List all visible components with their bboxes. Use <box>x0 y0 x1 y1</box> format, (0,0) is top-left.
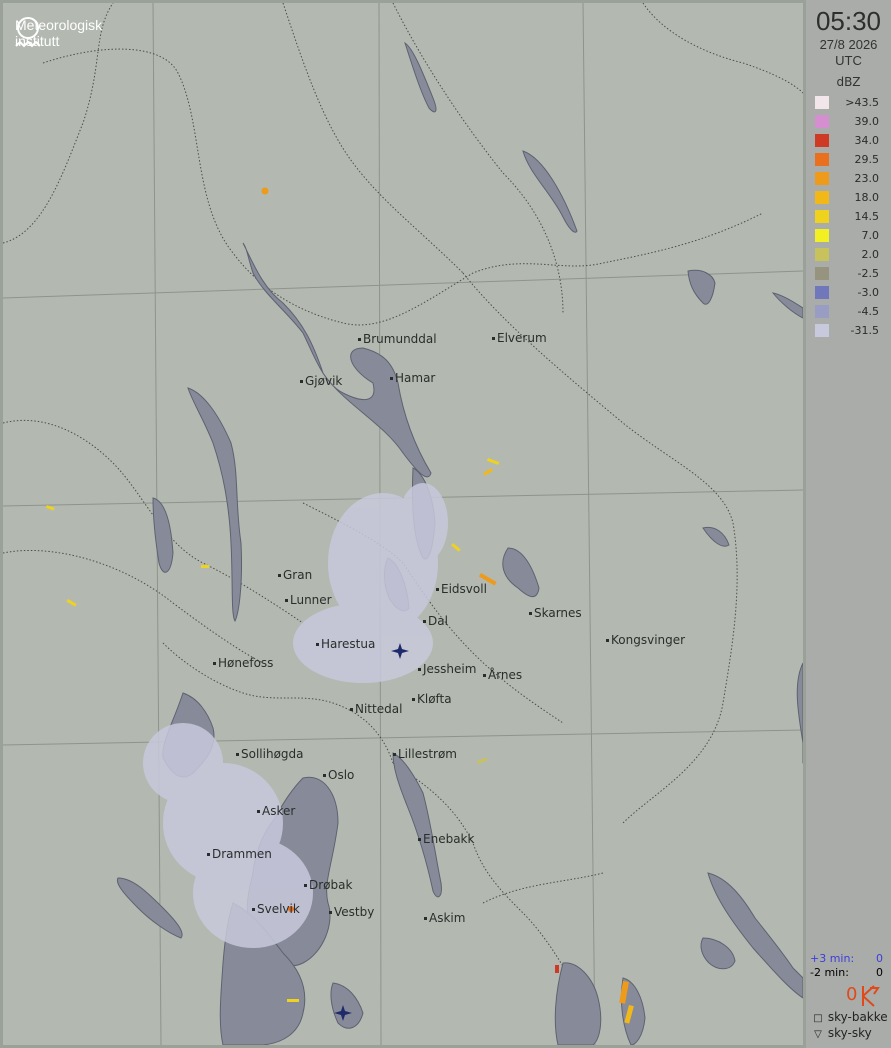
map-layer <box>3 3 803 1045</box>
legend-value: 29.5 <box>854 153 880 166</box>
legend-value: 18.0 <box>854 191 880 204</box>
airport-markers <box>334 643 409 1021</box>
city-label: Gjøvik <box>300 374 342 388</box>
legend-swatch <box>815 153 829 166</box>
strike-plus-label: +3 min: <box>810 952 855 965</box>
city-label: Kløfta <box>412 692 452 706</box>
legend-swatch <box>815 267 829 280</box>
city-label: Drammen <box>207 847 272 861</box>
legend-swatch <box>815 172 829 185</box>
time-label: 05:30 <box>815 6 882 36</box>
legend-value: 2.0 <box>861 248 880 261</box>
city-label: Lillestrøm <box>393 747 457 761</box>
lightning-summary: +3 min: 0 -2 min: 0 <box>806 952 891 980</box>
legend-swatch <box>815 191 829 204</box>
met-logo[interactable]: Meteorologisk institutt <box>15 17 102 49</box>
lightning-icon <box>862 985 880 1007</box>
legend-row: -3.0 <box>815 283 879 302</box>
legend-row: 23.0 <box>815 169 879 188</box>
city-label: Lunner <box>285 593 332 607</box>
legend-value: 34.0 <box>854 134 880 147</box>
legend-value: 39.0 <box>854 115 880 128</box>
legend-row: -2.5 <box>815 264 879 283</box>
legend-row: 18.0 <box>815 188 879 207</box>
city-label: Gran <box>278 568 312 582</box>
legend-value: >43.5 <box>845 96 879 109</box>
key-cloud: ▽ sky-sky <box>812 1026 888 1042</box>
city-label: Brumunddal <box>358 332 437 346</box>
legend-value: -2.5 <box>857 267 879 280</box>
city-label: Elverum <box>492 331 547 345</box>
legend-swatch <box>815 324 829 337</box>
legend-swatch <box>815 115 829 128</box>
city-label: Dal <box>423 614 448 628</box>
side-panel: 05:30 27/8 2026 UTC dBZ >43.5 39.0 34.0 29.… <box>806 0 891 1048</box>
legend-swatch <box>815 305 829 318</box>
key-ground: □ sky-bakke <box>812 1010 888 1026</box>
radar-frame: Brumunddal Elverum Gjøvik Hamar Gran Eid… <box>0 0 891 1048</box>
strike-row-minus: -2 min: 0 <box>806 966 891 980</box>
city-label: Hønefoss <box>213 656 273 670</box>
legend-value: 14.5 <box>854 210 880 223</box>
legend-value: 23.0 <box>854 172 880 185</box>
strike-total: 0 <box>846 984 858 1005</box>
key-cloud-label: sky-sky <box>827 1026 872 1040</box>
city-label: Kongsvinger <box>606 633 685 647</box>
city-label: Jessheim <box>418 662 476 676</box>
dbz-legend: >43.5 39.0 34.0 29.5 23.0 18.0 14.5 7.0 2.0 -2.5 -… <box>815 93 879 340</box>
legend-swatch <box>815 210 829 223</box>
legend-swatch <box>815 229 829 242</box>
legend-row: 14.5 <box>815 207 879 226</box>
city-label: Årnes <box>483 668 522 682</box>
city-label: Oslo <box>323 768 354 782</box>
city-label: Vestby <box>329 905 374 919</box>
legend-swatch <box>815 286 829 299</box>
legend-row: >43.5 <box>815 93 879 112</box>
legend-row: -4.5 <box>815 302 879 321</box>
legend-swatch <box>815 248 829 261</box>
city-label: Hamar <box>390 371 435 385</box>
city-label: Skarnes <box>529 606 582 620</box>
legend-value: -3.0 <box>857 286 879 299</box>
legend-row: 39.0 <box>815 112 879 131</box>
date-label: 27/8 2026 <box>819 37 878 52</box>
strike-row-plus: +3 min: 0 <box>806 952 891 966</box>
legend-row: -31.5 <box>815 321 879 340</box>
city-label: Harestua <box>316 637 375 651</box>
legend-unit: dBZ <box>836 75 861 89</box>
city-label: Enebakk <box>418 832 474 846</box>
strike-key: □ sky-bakke ▽ sky-sky <box>812 1010 888 1042</box>
city-label: Asker <box>257 804 295 818</box>
legend-value: 7.0 <box>861 229 880 242</box>
strike-minus-label: -2 min: <box>810 966 849 979</box>
key-ground-label: sky-bakke <box>827 1010 888 1024</box>
legend-row: 7.0 <box>815 226 879 245</box>
strike-plus-value: 0 <box>876 952 883 965</box>
city-label: Nittedal <box>350 702 402 716</box>
met-logo-icon <box>15 17 41 48</box>
city-label: Sollihøgda <box>236 747 304 761</box>
triangle-icon: ▽ <box>814 1029 822 1040</box>
legend-swatch <box>815 96 829 109</box>
legend-swatch <box>815 134 829 147</box>
strike-minus-value: 0 <box>876 966 883 979</box>
city-label: Askim <box>424 911 465 925</box>
legend-row: 2.0 <box>815 245 879 264</box>
legend-value: -4.5 <box>857 305 879 318</box>
legend-row: 29.5 <box>815 150 879 169</box>
city-label: Svelvik <box>252 902 300 916</box>
legend-value: -31.5 <box>850 324 879 337</box>
city-label: Eidsvoll <box>436 582 487 596</box>
radar-map[interactable]: Brumunddal Elverum Gjøvik Hamar Gran Eid… <box>0 0 806 1048</box>
legend-row: 34.0 <box>815 131 879 150</box>
timezone-label: UTC <box>835 53 862 68</box>
city-label: Drøbak <box>304 878 352 892</box>
square-icon: □ <box>813 1013 823 1024</box>
